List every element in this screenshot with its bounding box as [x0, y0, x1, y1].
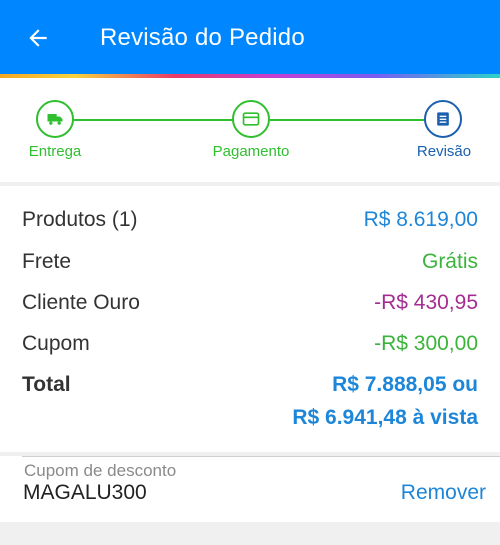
step-review[interactable] — [424, 100, 462, 138]
coupon-discount-value: -R$ 300,00 — [374, 332, 478, 355]
total-value: R$ 7.888,05 ou — [332, 373, 478, 396]
total-label: Total — [22, 373, 71, 396]
coupon-code-field[interactable]: MAGALU300 — [23, 481, 147, 505]
credit-card-icon — [242, 112, 260, 126]
products-label: Produtos (1) — [22, 208, 138, 231]
total-cash-value: R$ 6.941,48 à vista — [292, 406, 478, 429]
coupon-discount-label: Cupom — [22, 332, 90, 355]
step-label-payment: Pagamento — [212, 143, 290, 160]
step-delivery[interactable] — [36, 100, 74, 138]
truck-icon — [47, 114, 63, 125]
step-label-review: Revisão — [416, 143, 472, 160]
products-value: R$ 8.619,00 — [363, 208, 478, 231]
step-label-delivery: Entrega — [28, 143, 82, 160]
coupon-field-caption: Cupom de desconto — [24, 461, 177, 480]
gold-customer-label: Cliente Ouro — [22, 291, 140, 314]
shipping-label: Frete — [22, 250, 72, 273]
back-button[interactable] — [22, 22, 54, 54]
gold-customer-value: -R$ 430,95 — [374, 291, 478, 314]
coupon-field-border — [22, 456, 500, 457]
page-title: Revisão do Pedido — [100, 24, 305, 51]
step-payment[interactable] — [232, 100, 270, 138]
remove-coupon-button[interactable]: Remover — [401, 481, 486, 505]
shipping-value: Grátis — [421, 250, 478, 273]
step-connector — [74, 119, 234, 121]
step-connector — [270, 119, 424, 121]
arrow-left-icon — [29, 29, 47, 47]
list-icon — [437, 112, 449, 126]
